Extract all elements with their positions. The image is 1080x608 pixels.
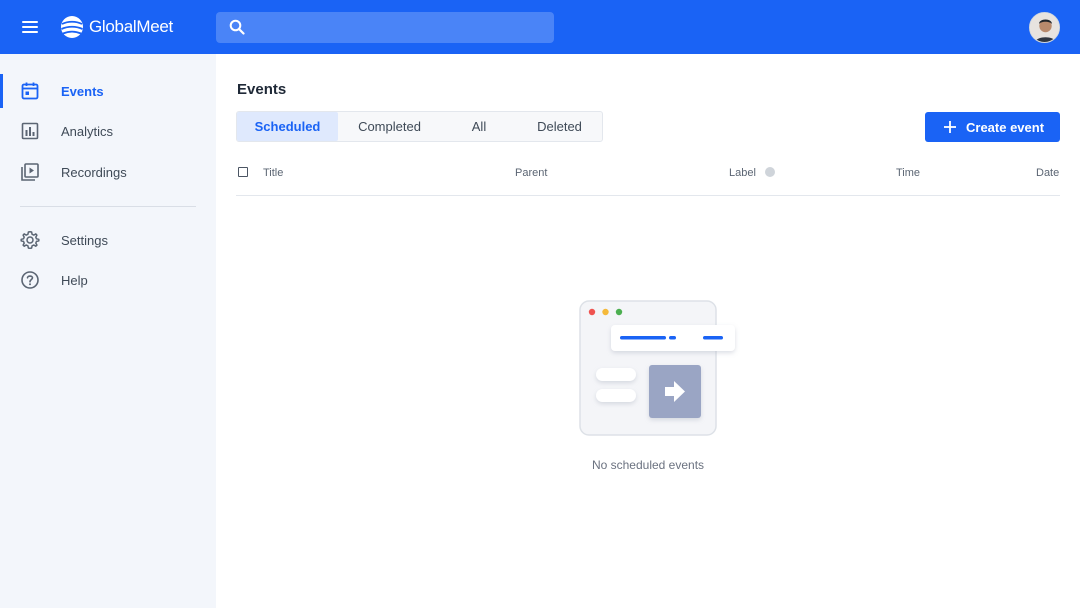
empty-state-message: No scheduled events — [591, 458, 705, 472]
sidebar-item-help[interactable]: Help — [0, 260, 216, 300]
video-library-icon — [21, 163, 39, 181]
search-input[interactable] — [254, 12, 544, 43]
sidebar-item-recordings[interactable]: Recordings — [0, 152, 216, 192]
avatar-image — [1030, 13, 1059, 42]
empty-state-illustration — [579, 300, 735, 436]
sidebar-item-analytics[interactable]: Analytics — [0, 111, 216, 151]
sidebar-item-label: Analytics — [61, 123, 114, 139]
search-icon — [229, 19, 245, 35]
tab-deleted[interactable]: Deleted — [517, 112, 602, 141]
column-header-time[interactable]: Time — [896, 167, 920, 179]
column-header-title[interactable]: Title — [263, 167, 283, 179]
sidebar-item-label: Recordings — [61, 164, 127, 180]
create-event-button[interactable]: Create event — [925, 112, 1060, 142]
sidebar-item-settings[interactable]: Settings — [0, 220, 216, 260]
event-status-tabs: Scheduled Completed All Deleted — [236, 111, 603, 142]
sidebar-divider — [20, 206, 196, 207]
sidebar: Events Analytics Recordings Settings Hel… — [0, 54, 216, 608]
table-header: Title Parent Label Time Date — [236, 160, 1060, 196]
app-logo[interactable]: GlobalMeet — [60, 13, 173, 41]
page-title: Events — [237, 81, 287, 98]
column-header-label[interactable]: Label — [729, 167, 756, 179]
tab-completed[interactable]: Completed — [338, 112, 441, 141]
tab-scheduled[interactable]: Scheduled — [237, 112, 338, 141]
gear-icon — [20, 231, 40, 249]
plus-icon — [944, 121, 956, 133]
user-avatar[interactable] — [1029, 12, 1060, 43]
globe-logo-icon — [61, 16, 83, 38]
help-circle-icon — [21, 271, 39, 289]
hamburger-menu-icon[interactable] — [20, 17, 40, 37]
sidebar-item-label: Events — [61, 83, 104, 99]
column-header-parent[interactable]: Parent — [515, 167, 547, 179]
label-color-dot-icon — [765, 167, 775, 177]
create-event-label: Create event — [966, 120, 1045, 135]
top-bar: GlobalMeet — [0, 0, 1080, 54]
app-name: GlobalMeet — [89, 17, 173, 36]
sidebar-item-label: Help — [61, 272, 88, 288]
tab-all[interactable]: All — [441, 112, 517, 141]
bar-chart-icon — [21, 122, 39, 140]
sidebar-item-label: Settings — [61, 232, 108, 248]
calendar-icon — [21, 82, 39, 100]
select-all-checkbox[interactable] — [238, 167, 248, 177]
column-header-date[interactable]: Date — [1036, 167, 1059, 179]
search-bar[interactable] — [216, 12, 554, 43]
sidebar-item-events[interactable]: Events — [0, 71, 216, 111]
